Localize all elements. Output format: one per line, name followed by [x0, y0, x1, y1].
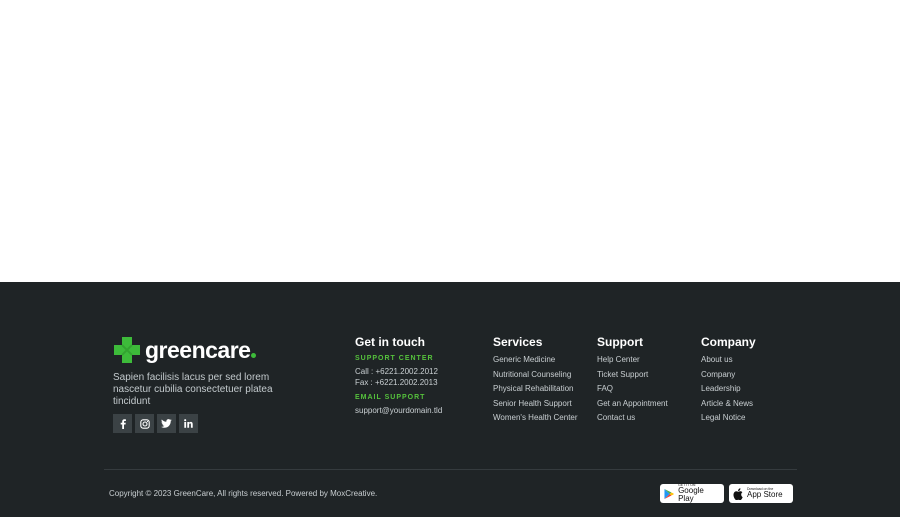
logo-dot: [251, 353, 257, 358]
services-link-generic-medicine[interactable]: Generic Medicine: [493, 355, 593, 364]
support-link-faq[interactable]: FAQ: [597, 384, 697, 393]
company-column: Company About us Company Leadership Arti…: [701, 335, 801, 428]
support-column: Support Help Center Ticket Support FAQ G…: [597, 335, 697, 428]
linkedin-button[interactable]: [179, 414, 198, 433]
phone-number[interactable]: Call : +6221.2002.2012: [355, 366, 485, 377]
services-link-nutritional-counseling[interactable]: Nutritional Counseling: [493, 370, 593, 379]
support-link-ticket-support[interactable]: Ticket Support: [597, 370, 697, 379]
company-link-article-news[interactable]: Article & News: [701, 399, 801, 408]
footer-brand: greencare Sapien facilisis lacus per sed…: [113, 335, 283, 433]
facebook-button[interactable]: [113, 414, 132, 433]
linkedin-icon: [184, 419, 193, 428]
company-link-about-us[interactable]: About us: [701, 355, 801, 364]
support-title: Support: [597, 335, 643, 349]
instagram-icon: [139, 418, 150, 429]
app-store-button[interactable]: Download on the App Store: [729, 484, 793, 503]
app-store-label: App Store: [747, 490, 783, 500]
support-center-label: SUPPORT CENTER: [355, 355, 434, 362]
fax-number: Fax : +6221.2002.2013: [355, 378, 438, 387]
google-play-button[interactable]: GET IT ON Google Play: [660, 483, 724, 504]
email-support-label: EMAIL SUPPORT: [355, 394, 426, 401]
services-link-womens-health-center[interactable]: Women's Health Center: [493, 413, 593, 422]
services-column: Services Generic Medicine Nutritional Co…: [493, 335, 593, 428]
contact-title: Get in touch: [355, 335, 425, 349]
copyright-text: Copyright © 2023 GreenCare, All rights r…: [109, 489, 378, 498]
footer-divider: [104, 469, 797, 470]
company-link-leadership[interactable]: Leadership: [701, 384, 801, 393]
twitter-icon: [161, 419, 172, 428]
brand-tagline: Sapien facilisis lacus per sed lorem nas…: [113, 372, 273, 407]
support-link-help-center[interactable]: Help Center: [597, 355, 697, 364]
services-link-physical-rehabilitation[interactable]: Physical Rehabilitation: [493, 384, 593, 393]
twitter-button[interactable]: [157, 414, 176, 433]
site-footer: greencare Sapien facilisis lacus per sed…: [0, 282, 900, 517]
social-links: [113, 414, 283, 433]
instagram-button[interactable]: [135, 414, 154, 433]
google-play-label: Google Play: [678, 486, 704, 504]
facebook-icon: [120, 418, 126, 429]
logo-text: greencare: [145, 336, 251, 363]
support-email-link[interactable]: support@yourdomain.tld: [355, 405, 485, 416]
company-title: Company: [701, 335, 756, 349]
company-link-legal-notice[interactable]: Legal Notice: [701, 413, 801, 422]
page-content-area: [0, 0, 900, 282]
services-link-senior-health-support[interactable]: Senior Health Support: [493, 399, 593, 408]
logo[interactable]: greencare: [113, 335, 283, 365]
support-link-contact-us[interactable]: Contact us: [597, 413, 697, 422]
services-title: Services: [493, 335, 543, 349]
app-store-badges: GET IT ON Google Play Download on the Ap…: [660, 483, 793, 504]
apple-icon: [733, 487, 743, 500]
support-link-get-appointment[interactable]: Get an Appointment: [597, 399, 697, 408]
company-link-company[interactable]: Company: [701, 370, 801, 379]
google-play-icon: [664, 488, 674, 499]
medical-cross-icon: [114, 337, 140, 363]
contact-column: Get in touch SUPPORT CENTER Call : +6221…: [355, 335, 485, 416]
